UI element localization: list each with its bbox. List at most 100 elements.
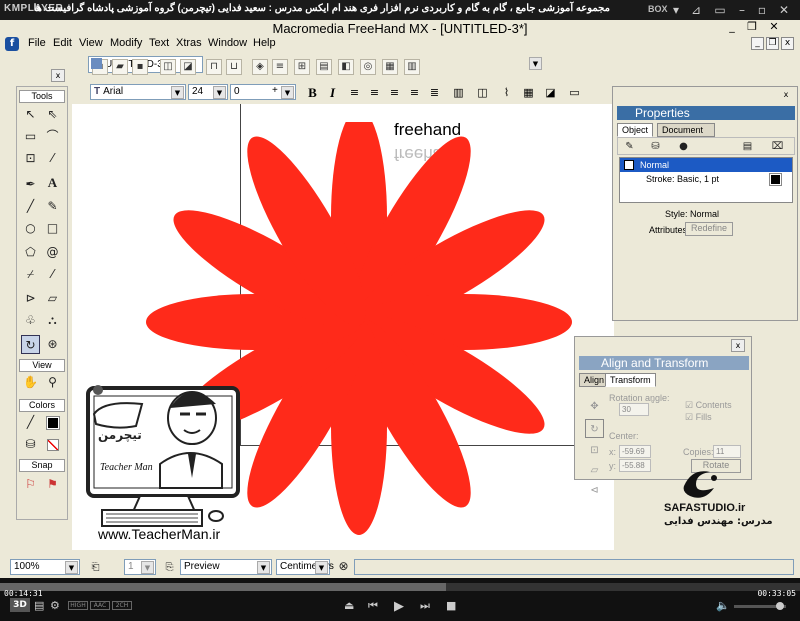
stop-icon[interactable]: ■: [446, 599, 456, 612]
app-minimize-icon[interactable]: _: [724, 20, 740, 34]
app-close-icon[interactable]: ✕: [766, 20, 782, 34]
lock-icon[interactable]: ⊓: [206, 59, 222, 75]
skew-tool-icon[interactable]: ▱: [43, 289, 62, 308]
chevron-down-icon[interactable]: ▼: [315, 561, 328, 574]
maximize-icon[interactable]: ▫: [754, 2, 770, 18]
prev-page-icon[interactable]: ⎗: [86, 558, 105, 577]
snap-point-icon[interactable]: ⚐: [21, 475, 40, 494]
add-stroke-icon[interactable]: ✎: [620, 137, 639, 156]
hand-tool-icon[interactable]: ✋: [21, 373, 40, 392]
properties-title[interactable]: Properties: [617, 106, 795, 120]
chevron-down-icon[interactable]: ▼: [171, 86, 184, 99]
copies-input[interactable]: 11: [713, 445, 741, 458]
tab-object[interactable]: Object: [617, 123, 654, 137]
bold-button[interactable]: B: [304, 84, 321, 101]
skin-icon[interactable]: ▭: [712, 2, 728, 18]
lasso-tool-icon[interactable]: ⌒: [43, 127, 62, 146]
fill-swatch[interactable]: [43, 435, 62, 454]
chevron-down-icon[interactable]: ▼: [65, 561, 78, 574]
eyedropper-tool-icon[interactable]: ⁄: [43, 149, 62, 168]
font-size-select[interactable]: 24 ▼: [188, 84, 228, 100]
duplicate-icon[interactable]: ▤: [738, 137, 757, 156]
close-icon[interactable]: ✕: [776, 2, 792, 18]
rotate-tool-icon[interactable]: ↻: [21, 335, 40, 354]
volume-icon[interactable]: 🔈: [716, 599, 730, 612]
pin-icon[interactable]: ⊿: [688, 2, 704, 18]
add-fill-icon[interactable]: ⛁: [646, 137, 665, 156]
text-path-icon[interactable]: ⌇: [498, 84, 515, 101]
trash-icon[interactable]: ⌧: [768, 137, 787, 156]
box-button[interactable]: BOX: [648, 4, 668, 14]
align-transform-title[interactable]: Align and Transform: [579, 356, 749, 370]
align-right-icon[interactable]: ≡: [386, 84, 403, 101]
knife-tool-icon[interactable]: ⌿: [21, 265, 40, 284]
chevron-down-icon[interactable]: ▼: [257, 561, 270, 574]
skew-icon[interactable]: ▱: [585, 461, 604, 480]
text-wrap-icon[interactable]: ▦: [520, 84, 537, 101]
doc-close-icon[interactable]: x: [781, 37, 794, 50]
menu-view[interactable]: View: [79, 37, 103, 49]
rotate-icon[interactable]: ↻: [585, 419, 604, 438]
save-icon[interactable]: ▪: [132, 59, 148, 75]
layers-icon[interactable]: ▥: [404, 59, 420, 75]
move-icon[interactable]: ✥: [585, 397, 604, 416]
stroke-color-icon[interactable]: ╱: [21, 413, 40, 432]
page-tool-icon[interactable]: ▭: [21, 127, 40, 146]
rotation-angle-input[interactable]: 30: [619, 403, 649, 416]
pencil-tool-icon[interactable]: ✎: [43, 197, 62, 216]
menu-help[interactable]: Help: [253, 37, 276, 49]
next-icon[interactable]: ⏭: [420, 599, 430, 613]
object-item-normal[interactable]: Normal: [620, 158, 792, 172]
line-tool-icon[interactable]: ╱: [21, 197, 40, 216]
menu-window[interactable]: Window: [208, 37, 247, 49]
cancel-icon[interactable]: ⊗: [334, 557, 353, 576]
italic-button[interactable]: I: [324, 84, 341, 101]
leading-mode-select[interactable]: +: [269, 84, 297, 100]
transform-icon[interactable]: ⊞: [294, 59, 310, 75]
view-mode-select[interactable]: Preview ▼: [180, 559, 272, 575]
play-icon[interactable]: ▶: [394, 599, 404, 614]
menu-edit[interactable]: Edit: [53, 37, 72, 49]
badge-3d[interactable]: 3D: [10, 598, 30, 612]
scale-tool-icon[interactable]: ⊡: [21, 149, 40, 168]
mirror-tool-icon[interactable]: ⊳: [21, 289, 40, 308]
swatches-icon[interactable]: ▦: [382, 59, 398, 75]
tab-document[interactable]: Document: [657, 123, 715, 137]
ellipse-tool-icon[interactable]: ○: [21, 219, 40, 238]
menu-text[interactable]: Text: [149, 37, 169, 49]
previous-icon[interactable]: ⏮: [368, 599, 378, 613]
doc-minimize-icon[interactable]: _: [751, 37, 764, 50]
menu-xtras[interactable]: Xtras: [176, 37, 202, 49]
spiral-tool-icon[interactable]: @: [43, 243, 62, 262]
text-flow-icon[interactable]: ◫: [474, 84, 491, 101]
zoom-select[interactable]: 100% ▼: [10, 559, 80, 575]
force-justify-icon[interactable]: ≣: [426, 84, 443, 101]
page-select[interactable]: 1 ▼: [124, 559, 156, 575]
properties-close-button[interactable]: x: [779, 89, 793, 102]
eject-icon[interactable]: ⏏: [344, 599, 354, 612]
align-center-icon[interactable]: ≡: [366, 84, 383, 101]
contents-checkbox[interactable]: ☑ Contents: [685, 400, 732, 411]
app-icon[interactable]: f: [5, 37, 19, 51]
align-icon[interactable]: ≡: [272, 59, 288, 75]
tab-transform[interactable]: Transform: [605, 373, 656, 387]
chevron-down-icon[interactable]: ▼: [141, 561, 154, 574]
font-name-select[interactable]: T Arial ▼: [90, 84, 186, 100]
volume-slider-handle[interactable]: [776, 602, 784, 610]
chevron-down-icon[interactable]: ▼: [529, 57, 542, 70]
library-icon[interactable]: ▤: [316, 59, 332, 75]
snap-guide-icon[interactable]: ⚑: [43, 475, 62, 494]
center-y-input[interactable]: -55.88: [619, 459, 651, 472]
justify-icon[interactable]: ≡: [406, 84, 423, 101]
color-mixer-icon[interactable]: ◎: [360, 59, 376, 75]
fill-color-icon[interactable]: ⛁: [21, 435, 40, 454]
pointer-tool-icon[interactable]: ↖: [21, 105, 40, 124]
import-icon[interactable]: ◫: [160, 59, 176, 75]
open-icon[interactable]: ▰: [112, 59, 128, 75]
chevron-down-icon[interactable]: ▼: [213, 86, 226, 99]
next-page-icon[interactable]: ⎘: [160, 558, 179, 577]
fills-checkbox[interactable]: ☑ Fills: [685, 412, 712, 423]
minimize-icon[interactable]: –: [734, 2, 750, 18]
volume-slider[interactable]: [734, 602, 786, 610]
playlist-icon[interactable]: ▤: [34, 599, 44, 612]
